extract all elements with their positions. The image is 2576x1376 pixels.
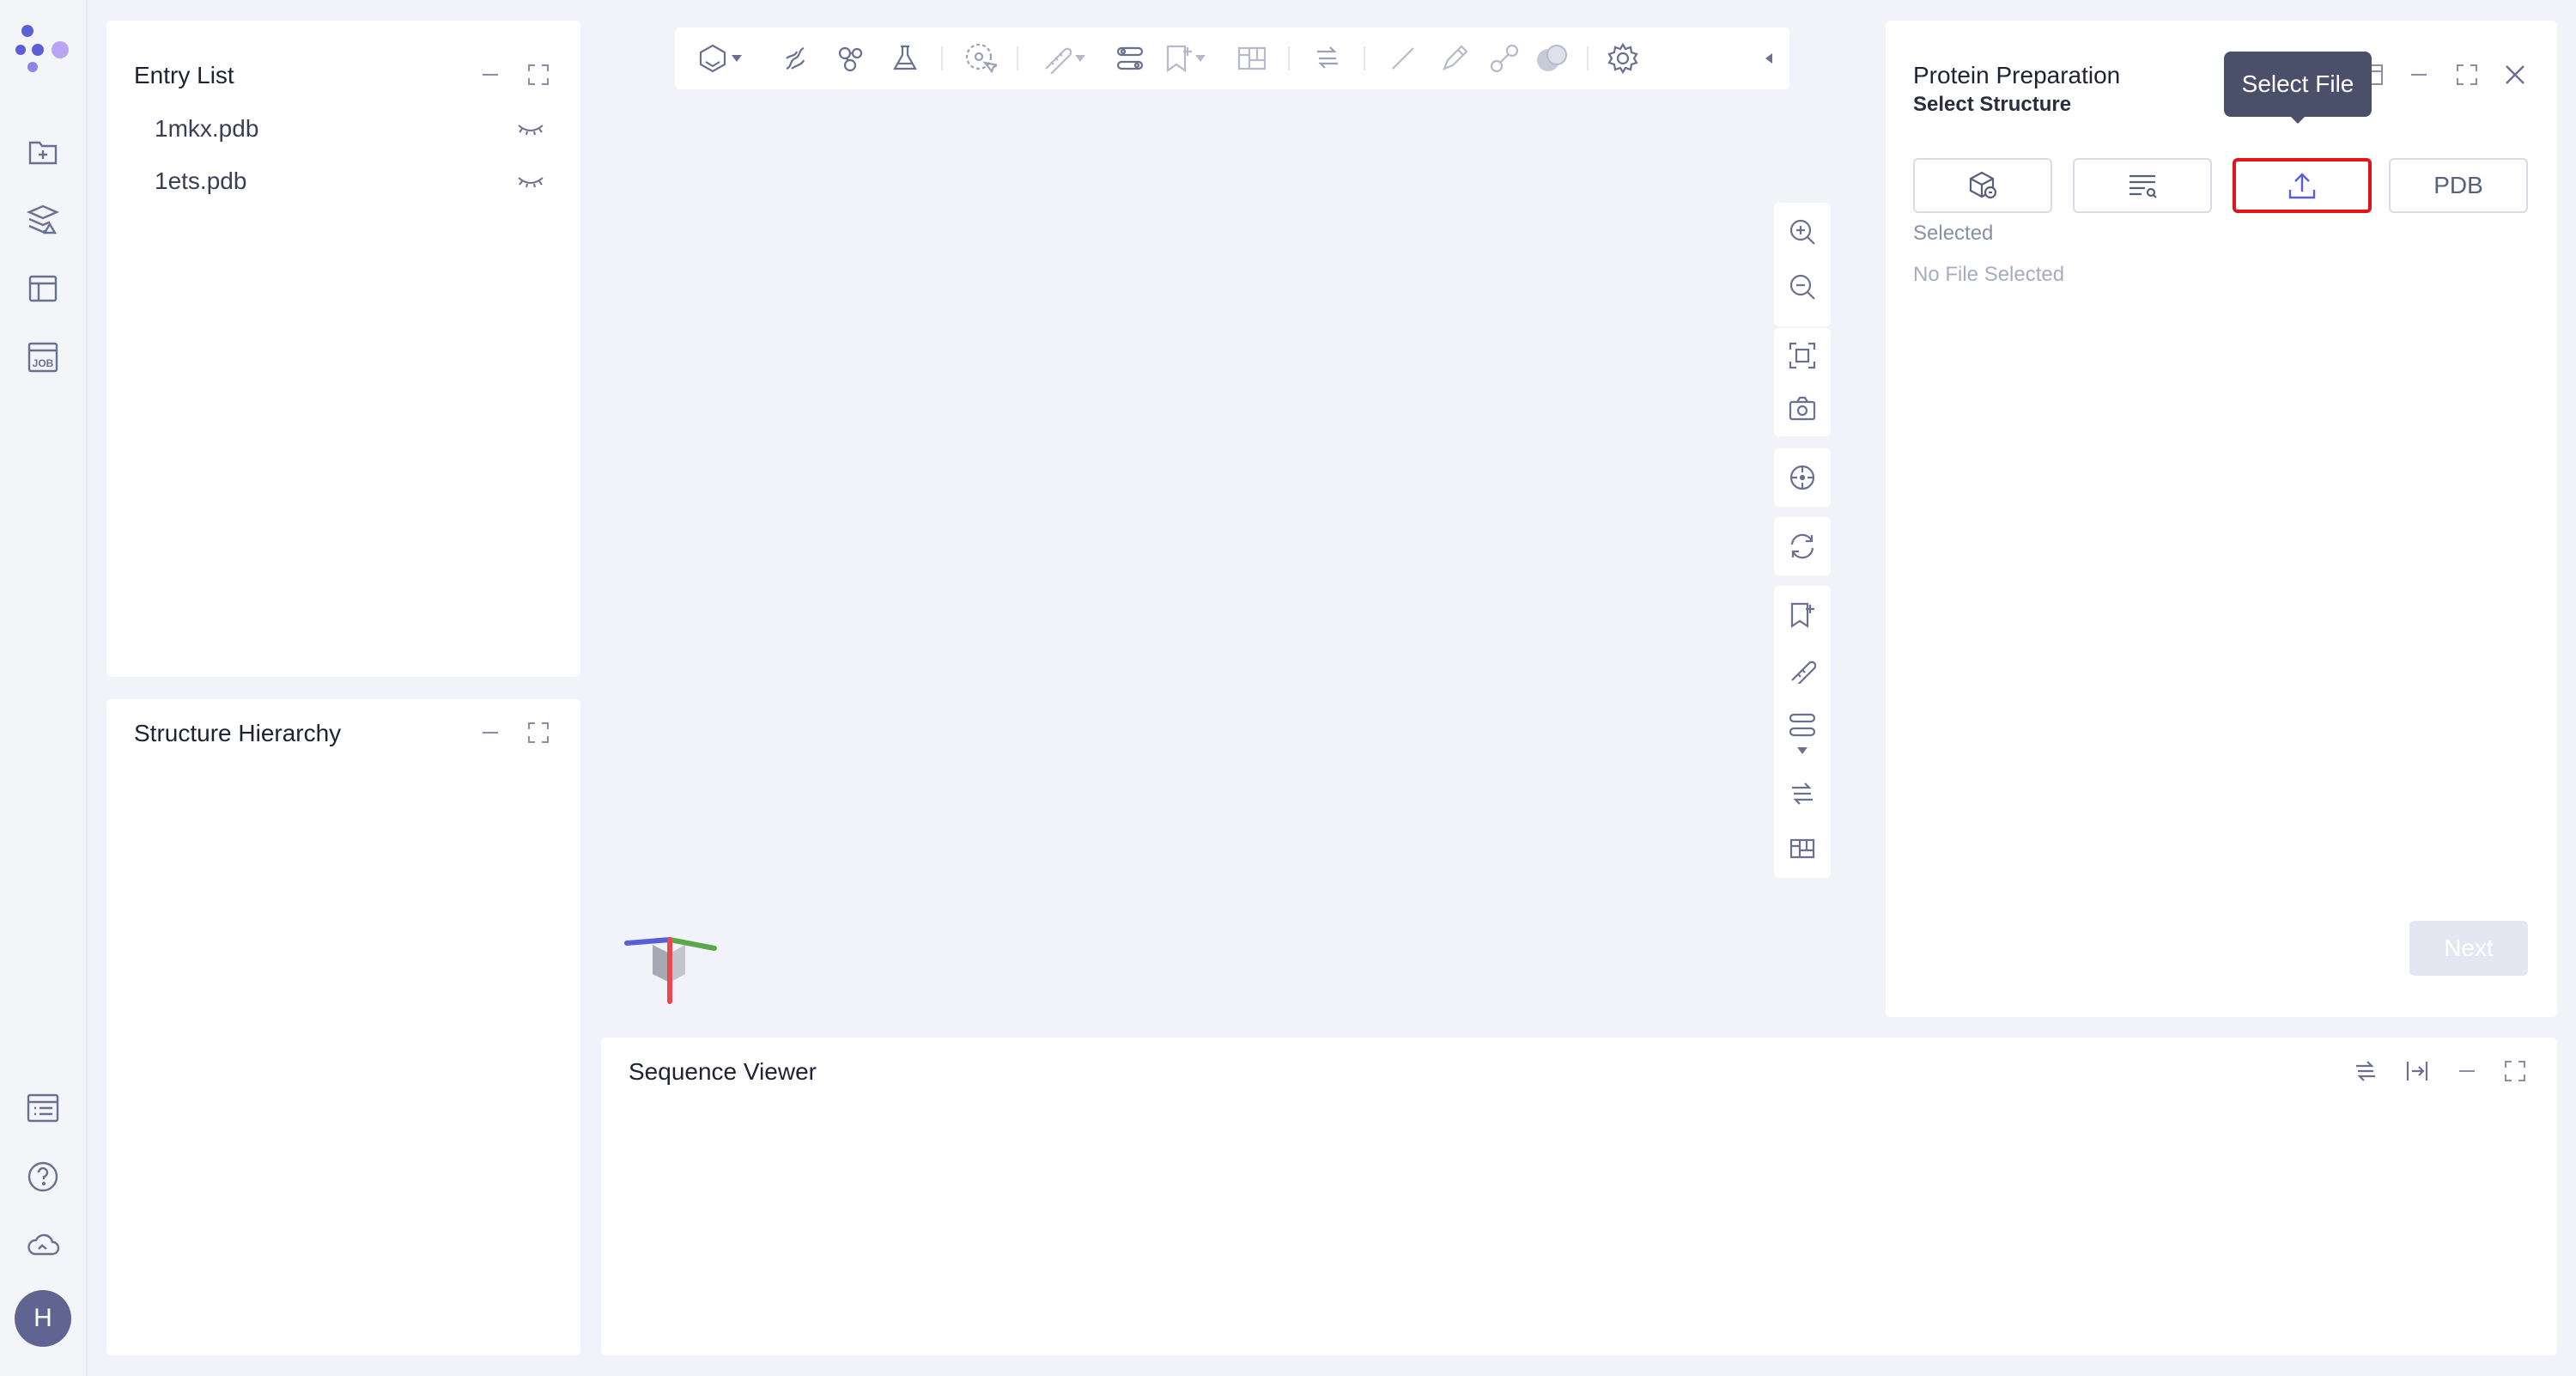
center-target-icon[interactable]	[1785, 460, 1820, 495]
structure-hierarchy-panel: Structure Hierarchy	[106, 699, 580, 1355]
maximize-icon[interactable]	[524, 718, 553, 747]
sequence-viewer-panel: Sequence Viewer	[601, 1038, 2557, 1355]
measure-icon[interactable]	[1785, 653, 1820, 687]
settings-gear-icon[interactable]	[1606, 41, 1640, 76]
select-atom-icon[interactable]	[963, 41, 998, 76]
camera-icon[interactable]	[1785, 392, 1820, 426]
job-icon[interactable]: JOB	[22, 337, 64, 378]
list-icon[interactable]	[22, 1087, 64, 1129]
maximize-icon[interactable]	[524, 60, 553, 89]
svg-text:JOB: JOB	[33, 357, 54, 369]
annotation-tools	[1774, 586, 1831, 878]
user-avatar[interactable]: H	[15, 1290, 71, 1347]
close-icon[interactable]	[2500, 60, 2530, 89]
help-icon[interactable]	[22, 1156, 64, 1197]
rotate-icon[interactable]	[1785, 529, 1820, 563]
layers-icon[interactable]	[22, 199, 64, 240]
fit-view-icon[interactable]	[1785, 338, 1820, 373]
image-map-icon[interactable]	[1235, 41, 1269, 76]
viewer-toolbar	[675, 27, 1789, 89]
upload-icon	[2287, 171, 2317, 200]
select-file-tooltip: Select File	[2224, 52, 2372, 117]
layout-icon[interactable]	[22, 268, 64, 309]
entry-item-1ets[interactable]: 1ets.pdb	[155, 167, 246, 195]
workspace-structure-icon	[1966, 170, 1999, 201]
minimize-icon[interactable]	[476, 60, 505, 89]
bond-icon[interactable]	[1487, 41, 1522, 76]
entry-list-title: Entry List	[134, 62, 234, 88]
bookmark-add-icon[interactable]	[1785, 598, 1820, 632]
protein-preparation-panel: Protein Preparation Select Structure PDB…	[1886, 21, 2557, 1017]
pdb-button[interactable]: PDB	[2389, 158, 2528, 213]
tooltip-arrow	[2289, 115, 2306, 124]
eye-hidden-icon[interactable]	[515, 119, 546, 139]
representation-icon[interactable]	[696, 41, 730, 76]
align-icon[interactable]	[2403, 1056, 2432, 1086]
entry-list-icon	[2127, 173, 2158, 198]
molecule-icon[interactable]	[833, 41, 867, 76]
measure-icon[interactable]	[1039, 41, 1073, 76]
minimize-icon[interactable]	[2404, 60, 2433, 89]
chevron-down-icon[interactable]	[726, 41, 747, 76]
swap-icon[interactable]	[1310, 41, 1345, 76]
collapse-toolbar-icon[interactable]	[1760, 41, 1777, 76]
left-navigation-rail: JOB H	[0, 0, 88, 1376]
selected-file-value: No File Selected	[1913, 263, 2065, 286]
center-tool	[1774, 448, 1831, 507]
pencil-icon[interactable]	[1437, 41, 1472, 76]
chevron-down-icon[interactable]	[1785, 742, 1820, 759]
cloud-icon[interactable]	[22, 1225, 64, 1266]
zoom-out-icon[interactable]	[1785, 270, 1820, 304]
filter-toggle-icon[interactable]	[1113, 41, 1147, 76]
structure-hierarchy-title: Structure Hierarchy	[134, 720, 342, 746]
minimize-icon[interactable]	[476, 718, 505, 747]
selected-label: Selected	[1913, 222, 1994, 245]
flask-icon[interactable]	[888, 41, 922, 76]
protein-preparation-title: Protein Preparation	[1913, 62, 2121, 88]
entry-list-button[interactable]	[2073, 158, 2212, 213]
new-project-icon[interactable]	[22, 131, 64, 172]
ribbon-icon[interactable]	[778, 41, 812, 76]
filter-toggle-icon[interactable]	[1785, 708, 1820, 742]
image-map-icon[interactable]	[1785, 831, 1820, 866]
surface-icon[interactable]	[1535, 41, 1570, 76]
line-icon[interactable]	[1386, 41, 1420, 76]
zoom-tools	[1774, 203, 1831, 326]
maximize-icon[interactable]	[2500, 1056, 2530, 1086]
rotate-tool	[1774, 517, 1831, 575]
view-tools	[1774, 328, 1831, 436]
select-structure-label: Select Structure	[1913, 93, 2072, 116]
eye-hidden-icon[interactable]	[515, 171, 546, 192]
swap-icon[interactable]	[2351, 1056, 2380, 1086]
zoom-in-icon[interactable]	[1785, 215, 1820, 249]
sequence-viewer-title: Sequence Viewer	[629, 1058, 817, 1085]
workspace-structure-button[interactable]	[1913, 158, 2052, 213]
chevron-down-icon[interactable]	[1070, 41, 1091, 76]
app-logo	[15, 22, 70, 77]
maximize-icon[interactable]	[2452, 60, 2482, 89]
swap-icon[interactable]	[1785, 776, 1820, 811]
chevron-down-icon[interactable]	[1190, 41, 1211, 76]
entry-list-panel: Entry List 1mkx.pdb 1ets.pdb	[106, 21, 580, 677]
select-file-button[interactable]	[2233, 158, 2372, 213]
minimize-icon[interactable]	[2452, 1056, 2482, 1086]
next-button[interactable]: Next	[2409, 921, 2528, 976]
axis-orientation-gizmo	[622, 933, 721, 1010]
entry-item-1mkx[interactable]: 1mkx.pdb	[155, 115, 258, 143]
